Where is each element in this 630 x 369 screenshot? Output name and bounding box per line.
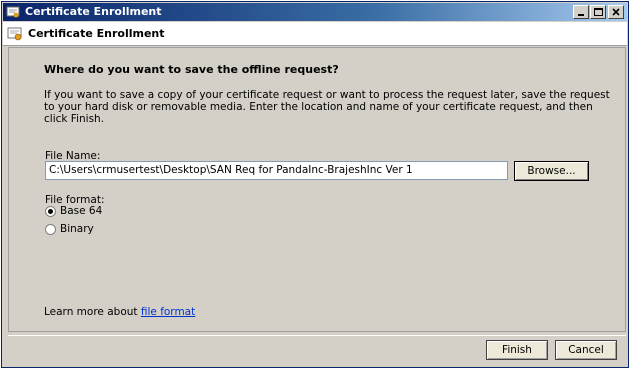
page-question: Where do you want to save the offline re… xyxy=(44,63,339,76)
cancel-button[interactable]: Cancel xyxy=(555,340,617,360)
header-title: Certificate Enrollment xyxy=(28,27,165,40)
certificate-icon xyxy=(7,27,22,41)
minimize-button[interactable] xyxy=(573,5,589,19)
radio-button[interactable] xyxy=(45,223,56,235)
title-bar[interactable]: Certificate Enrollment xyxy=(3,3,627,21)
learn-more-prefix: Learn more about xyxy=(44,306,141,318)
minimize-icon xyxy=(578,14,584,16)
learn-more-text: Learn more about file format xyxy=(44,306,195,318)
file-name-input[interactable]: C:\Users\crmusertest\Desktop\SAN Req for… xyxy=(45,161,508,180)
format-option-binary[interactable]: Binary xyxy=(45,223,94,235)
close-icon xyxy=(612,8,620,16)
footer-divider xyxy=(8,335,626,336)
file-format-link[interactable]: file format xyxy=(141,306,195,318)
finish-button[interactable]: Finish xyxy=(486,340,548,360)
maximize-icon xyxy=(593,8,603,16)
radio-button-selected[interactable] xyxy=(45,205,56,217)
instructions-text: If you want to save a copy of your certi… xyxy=(44,89,610,125)
maximize-button[interactable] xyxy=(590,5,606,19)
close-button[interactable] xyxy=(608,5,624,19)
window-title: Certificate Enrollment xyxy=(25,5,162,18)
certificate-enrollment-window: Certificate Enrollment Certificate Enrol… xyxy=(1,1,629,368)
content-panel: Where do you want to save the offline re… xyxy=(8,47,626,332)
certificate-icon xyxy=(6,6,20,18)
format-option-label: Base 64 xyxy=(60,205,103,217)
format-option-base64[interactable]: Base 64 xyxy=(45,205,102,217)
format-option-label: Binary xyxy=(60,223,94,235)
wizard-header: Certificate Enrollment xyxy=(3,22,627,46)
browse-button[interactable]: Browse... xyxy=(514,161,589,181)
